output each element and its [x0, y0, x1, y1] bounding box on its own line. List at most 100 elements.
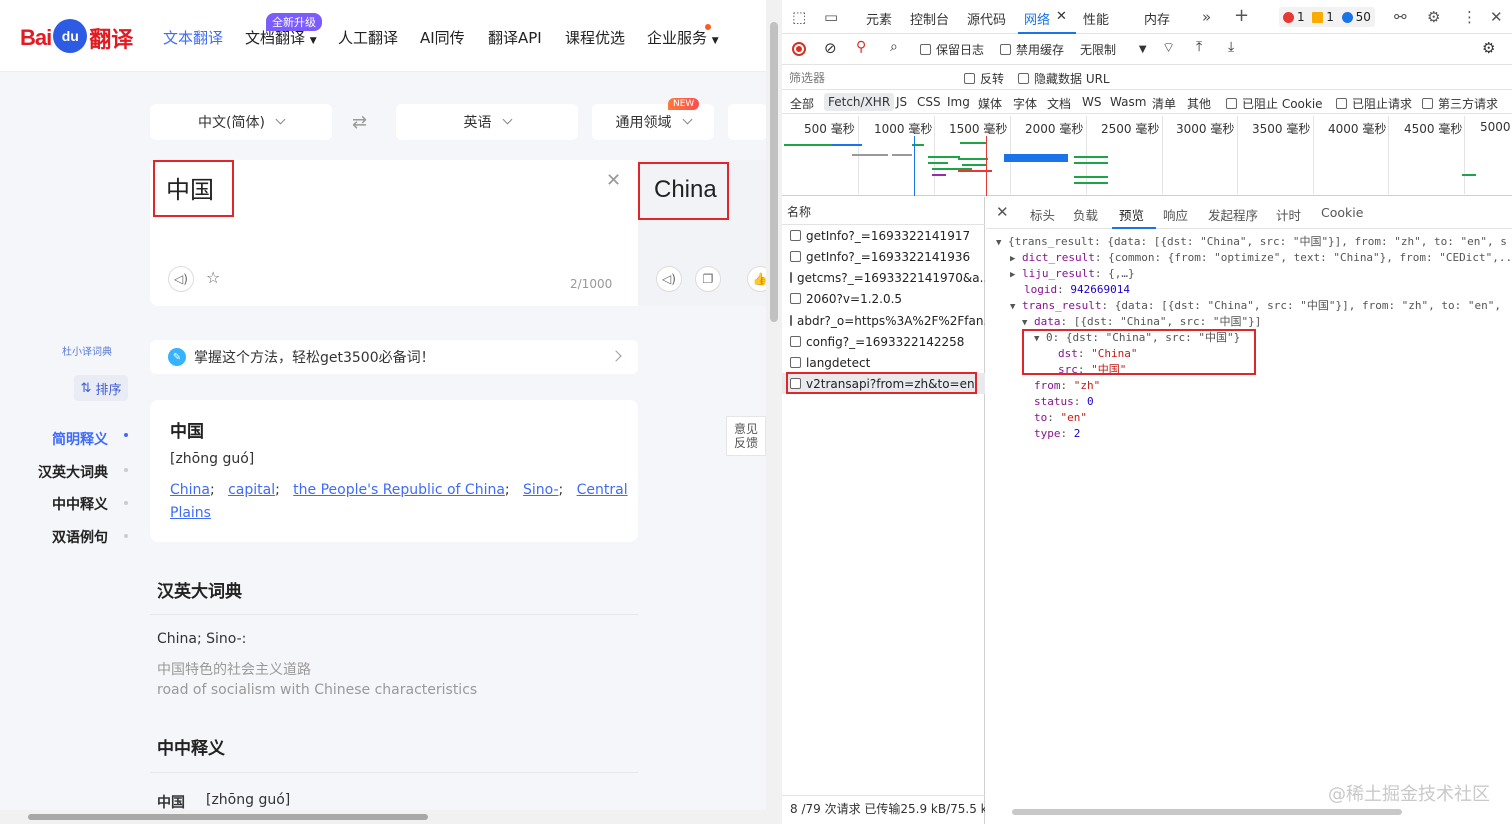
star-icon[interactable]: ☆ — [206, 268, 220, 287]
detail-tab-timing[interactable]: 计时 — [1276, 205, 1301, 224]
type-ws[interactable]: WS — [1082, 95, 1101, 109]
side-link-big-dict[interactable]: 汉英大词典 — [38, 462, 108, 482]
issue-counts[interactable]: 1 1 50 — [1279, 7, 1375, 27]
detail-tab-headers[interactable]: 标头 — [1030, 205, 1055, 224]
request-row[interactable]: abdr?_o=https%3A%2F%2Ffan... — [782, 310, 985, 331]
nav-translate-api[interactable]: 翻译API — [488, 27, 542, 48]
disable-cache-checkbox[interactable]: 禁用缓存 — [1000, 41, 1064, 58]
type-manifest[interactable]: 清单 — [1152, 95, 1176, 112]
meaning-link[interactable]: capital — [228, 482, 275, 498]
scrollbar-thumb[interactable] — [28, 814, 428, 820]
settings-gear-icon[interactable]: ⚙ — [1427, 8, 1440, 26]
meaning-link[interactable]: Sino- — [523, 482, 559, 498]
detail-tab-payload[interactable]: 负载 — [1073, 205, 1098, 224]
network-settings-icon[interactable]: ⚙ — [1482, 39, 1495, 57]
clear-icon[interactable]: ✕ — [606, 170, 621, 191]
side-link-brief[interactable]: 简明释义 — [52, 429, 108, 449]
tab-performance[interactable]: 性能 — [1083, 9, 1109, 28]
copy-icon[interactable]: ❐ — [695, 266, 721, 292]
extra-select[interactable] — [728, 104, 766, 140]
side-link-zh-zh[interactable]: 中中释义 — [52, 494, 108, 514]
swap-languages-icon[interactable]: ⇄ — [352, 112, 367, 133]
type-doc[interactable]: 文档 — [1047, 95, 1071, 112]
vertical-scrollbar[interactable] — [766, 0, 782, 824]
target-speaker-icon[interactable]: ◁) — [656, 266, 682, 292]
device-toggle-icon[interactable]: ▭ — [824, 8, 838, 26]
request-row[interactable]: config?_=1693322142258 — [782, 331, 985, 352]
meaning-link[interactable]: China — [170, 482, 210, 498]
nav-ai-interpret[interactable]: AI同传 — [420, 27, 465, 48]
invert-checkbox[interactable]: 反转 — [964, 70, 1004, 87]
side-link-examples[interactable]: 双语例句 — [52, 527, 108, 547]
hide-data-url-checkbox[interactable]: 隐藏数据 URL — [1018, 70, 1110, 87]
third-party-checkbox[interactable]: 第三方请求 — [1422, 95, 1498, 112]
domain-select[interactable]: 通用领域 — [592, 104, 714, 140]
type-all[interactable]: 全部 — [790, 95, 814, 112]
request-row[interactable]: getInfo?_=1693322141917 — [782, 225, 985, 246]
request-row[interactable]: getcms?_=1693322141970&a... — [782, 267, 985, 288]
thumbs-up-icon[interactable]: 👍 — [747, 266, 766, 292]
detail-horizontal-scrollbar[interactable] — [994, 807, 1504, 817]
feedback-button[interactable]: 意见 反馈 — [726, 416, 766, 456]
type-media[interactable]: 媒体 — [978, 95, 1002, 112]
json-dict-result[interactable]: ▶ dict_result: {common: {from: "optimize… — [1010, 250, 1512, 267]
filter-funnel-icon[interactable]: ⚲ — [856, 39, 866, 55]
tab-network[interactable]: 网络 — [1024, 9, 1050, 28]
json-trans-result[interactable]: ▼ trans_result: {data: [{dst: "China", s… — [1010, 298, 1512, 315]
filter-input[interactable]: 筛选器 — [786, 69, 954, 87]
type-js[interactable]: JS — [896, 95, 907, 109]
close-devtools-icon[interactable]: ✕ — [1490, 8, 1503, 26]
network-timeline[interactable]: 500 毫秒 1000 毫秒 1500 毫秒 2000 毫秒 2500 毫秒 3… — [782, 114, 1512, 196]
record-icon[interactable] — [792, 42, 806, 56]
scrollbar-thumb[interactable] — [1012, 809, 1402, 815]
preserve-log-checkbox[interactable]: 保留日志 — [920, 41, 984, 58]
nav-enterprise[interactable]: 企业服务 ▼ — [647, 27, 719, 48]
scrollbar-thumb[interactable] — [770, 22, 778, 322]
blocked-cookies-checkbox[interactable]: 已阻止 Cookie — [1226, 95, 1323, 112]
type-wasm[interactable]: Wasm — [1110, 95, 1146, 109]
type-other[interactable]: 其他 — [1187, 95, 1211, 112]
clear-log-icon[interactable]: ⊘ — [824, 39, 837, 57]
json-liju-result[interactable]: ▶ liju_result: {,…} — [1010, 266, 1135, 283]
close-detail-icon[interactable]: ✕ — [996, 203, 1009, 221]
sort-button[interactable]: ⇅ 排序 — [74, 375, 128, 401]
detail-tab-preview[interactable]: 预览 — [1119, 205, 1144, 224]
xiaoyi-dict-link[interactable]: 杜小译词典 — [62, 343, 112, 358]
baidu-fanyi-logo[interactable]: Bai du 翻译 — [20, 18, 133, 58]
nav-text-translate[interactable]: 文本翻译 — [163, 27, 223, 48]
tab-sources[interactable]: 源代码 — [967, 9, 1006, 28]
import-har-icon[interactable]: ⤒ — [1196, 39, 1202, 55]
name-column-header[interactable]: 名称 — [782, 197, 985, 225]
request-row[interactable]: getInfo?_=1693322141936 — [782, 246, 985, 267]
request-row[interactable]: 2060?v=1.2.0.5 — [782, 288, 985, 309]
throttle-select[interactable]: 无限制 ▼ — [1080, 41, 1147, 58]
type-css[interactable]: CSS — [917, 95, 941, 109]
detail-tab-cookie[interactable]: Cookie — [1321, 205, 1363, 220]
export-har-icon[interactable]: ⤓ — [1228, 39, 1234, 55]
json-root-line[interactable]: ▼ {trans_result: {data: [{dst: "China", … — [996, 234, 1512, 251]
target-language-select[interactable]: 英语 — [396, 104, 578, 140]
type-img[interactable]: Img — [947, 95, 970, 109]
tab-console[interactable]: 控制台 — [910, 9, 949, 28]
close-tab-icon[interactable]: ✕ — [1056, 9, 1067, 24]
search-icon[interactable]: ⌕ — [890, 39, 898, 55]
horizontal-scrollbar[interactable] — [0, 810, 766, 824]
request-row[interactable]: langdetect — [782, 352, 985, 373]
detail-tab-response[interactable]: 响应 — [1163, 205, 1188, 224]
type-font[interactable]: 字体 — [1013, 95, 1037, 112]
wifi-conditions-icon[interactable]: ⌔ — [1162, 39, 1175, 57]
more-tabs-icon[interactable]: » — [1202, 8, 1211, 26]
blocked-requests-checkbox[interactable]: 已阻止请求 — [1336, 95, 1412, 112]
meaning-link[interactable]: the People's Republic of China — [293, 482, 505, 498]
speaker-icon[interactable]: ◁) — [168, 266, 194, 292]
source-language-select[interactable]: 中文(简体) — [150, 104, 332, 140]
add-tab-icon[interactable]: + — [1234, 5, 1249, 26]
tab-elements[interactable]: 元素 — [866, 9, 892, 28]
nav-courses[interactable]: 课程优选 — [565, 27, 625, 48]
inspect-icon[interactable]: ⬚ — [792, 8, 806, 26]
tip-banner[interactable]: ✎ 掌握这个方法，轻松get3500必备词！ — [150, 340, 638, 374]
type-fetch-xhr[interactable]: Fetch/XHR — [824, 93, 895, 111]
more-menu-icon[interactable]: ⋮ — [1462, 8, 1477, 26]
detail-tab-initiator[interactable]: 发起程序 — [1208, 205, 1258, 224]
connections-icon[interactable]: ⚯ — [1394, 8, 1407, 26]
